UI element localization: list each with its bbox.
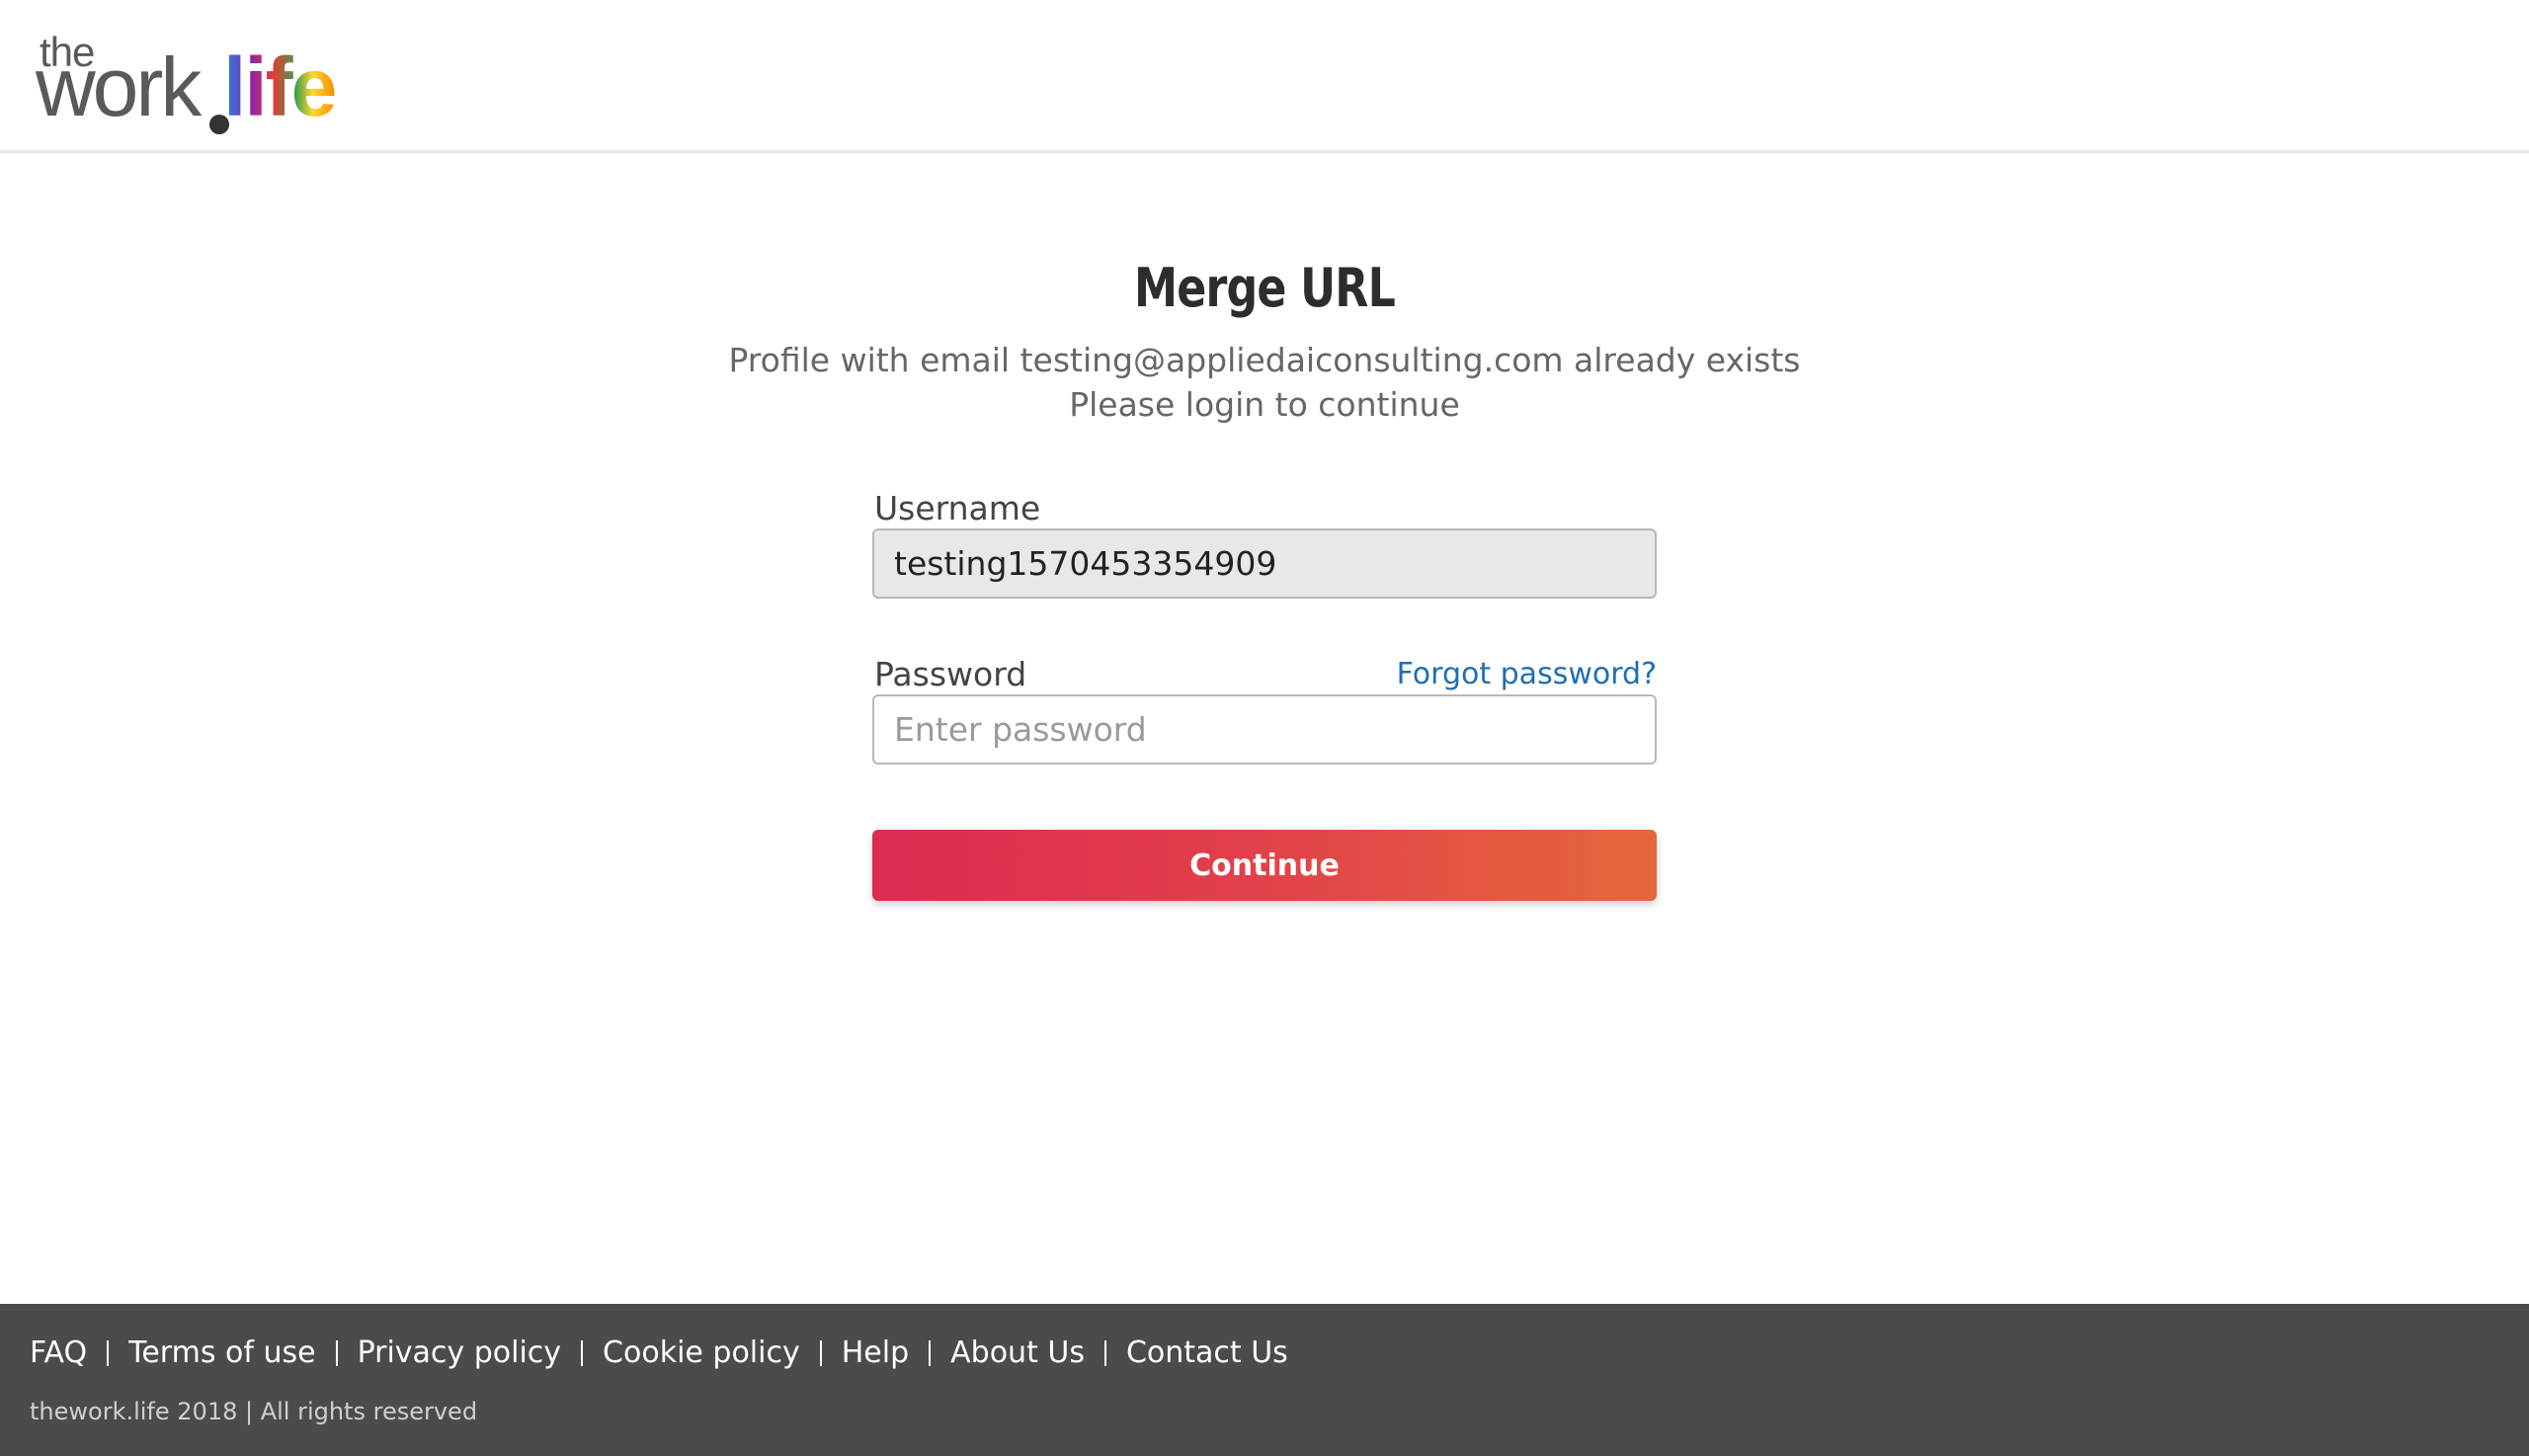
footer-divider xyxy=(929,1339,932,1366)
footer-link-terms[interactable]: Terms of use xyxy=(128,1335,315,1370)
footer-link-privacy[interactable]: Privacy policy xyxy=(358,1335,561,1370)
footer-link-cookie[interactable]: Cookie policy xyxy=(603,1335,800,1370)
footer-divider xyxy=(1103,1339,1106,1366)
footer-link-about[interactable]: About Us xyxy=(950,1335,1085,1370)
header: the work life xyxy=(0,0,2529,153)
page-title: Merge URL xyxy=(1134,257,1396,319)
footer-link-faq[interactable]: FAQ xyxy=(30,1335,87,1370)
footer-divider xyxy=(335,1339,338,1366)
subtitle-profile-exists: Profile with email testing@appliedaicons… xyxy=(728,341,1801,379)
logo-work-text: work xyxy=(36,40,202,133)
footer: FAQ Terms of use Privacy policy Cookie p… xyxy=(0,1304,2529,1456)
continue-button[interactable]: Continue xyxy=(872,830,1657,901)
footer-links: FAQ Terms of use Privacy policy Cookie p… xyxy=(30,1335,1288,1370)
forgot-password-link[interactable]: Forgot password? xyxy=(1397,657,1657,691)
footer-divider xyxy=(819,1339,822,1366)
username-field[interactable] xyxy=(872,528,1657,599)
footer-divider xyxy=(107,1339,110,1366)
username-label: Username xyxy=(874,489,1041,527)
main-content: Merge URL Profile with email testing@app… xyxy=(0,153,2529,1304)
password-label: Password xyxy=(874,655,1027,693)
logo-life-text: life xyxy=(223,40,337,133)
password-field[interactable] xyxy=(872,694,1657,765)
footer-link-contact[interactable]: Contact Us xyxy=(1126,1335,1288,1370)
footer-divider xyxy=(581,1339,584,1366)
thework-life-logo[interactable]: the work life xyxy=(36,30,352,134)
footer-link-help[interactable]: Help xyxy=(842,1335,909,1370)
copyright-text: thework.life 2018 | All rights reserved xyxy=(30,1398,478,1425)
subtitle-login-prompt: Please login to continue xyxy=(1069,385,1460,424)
